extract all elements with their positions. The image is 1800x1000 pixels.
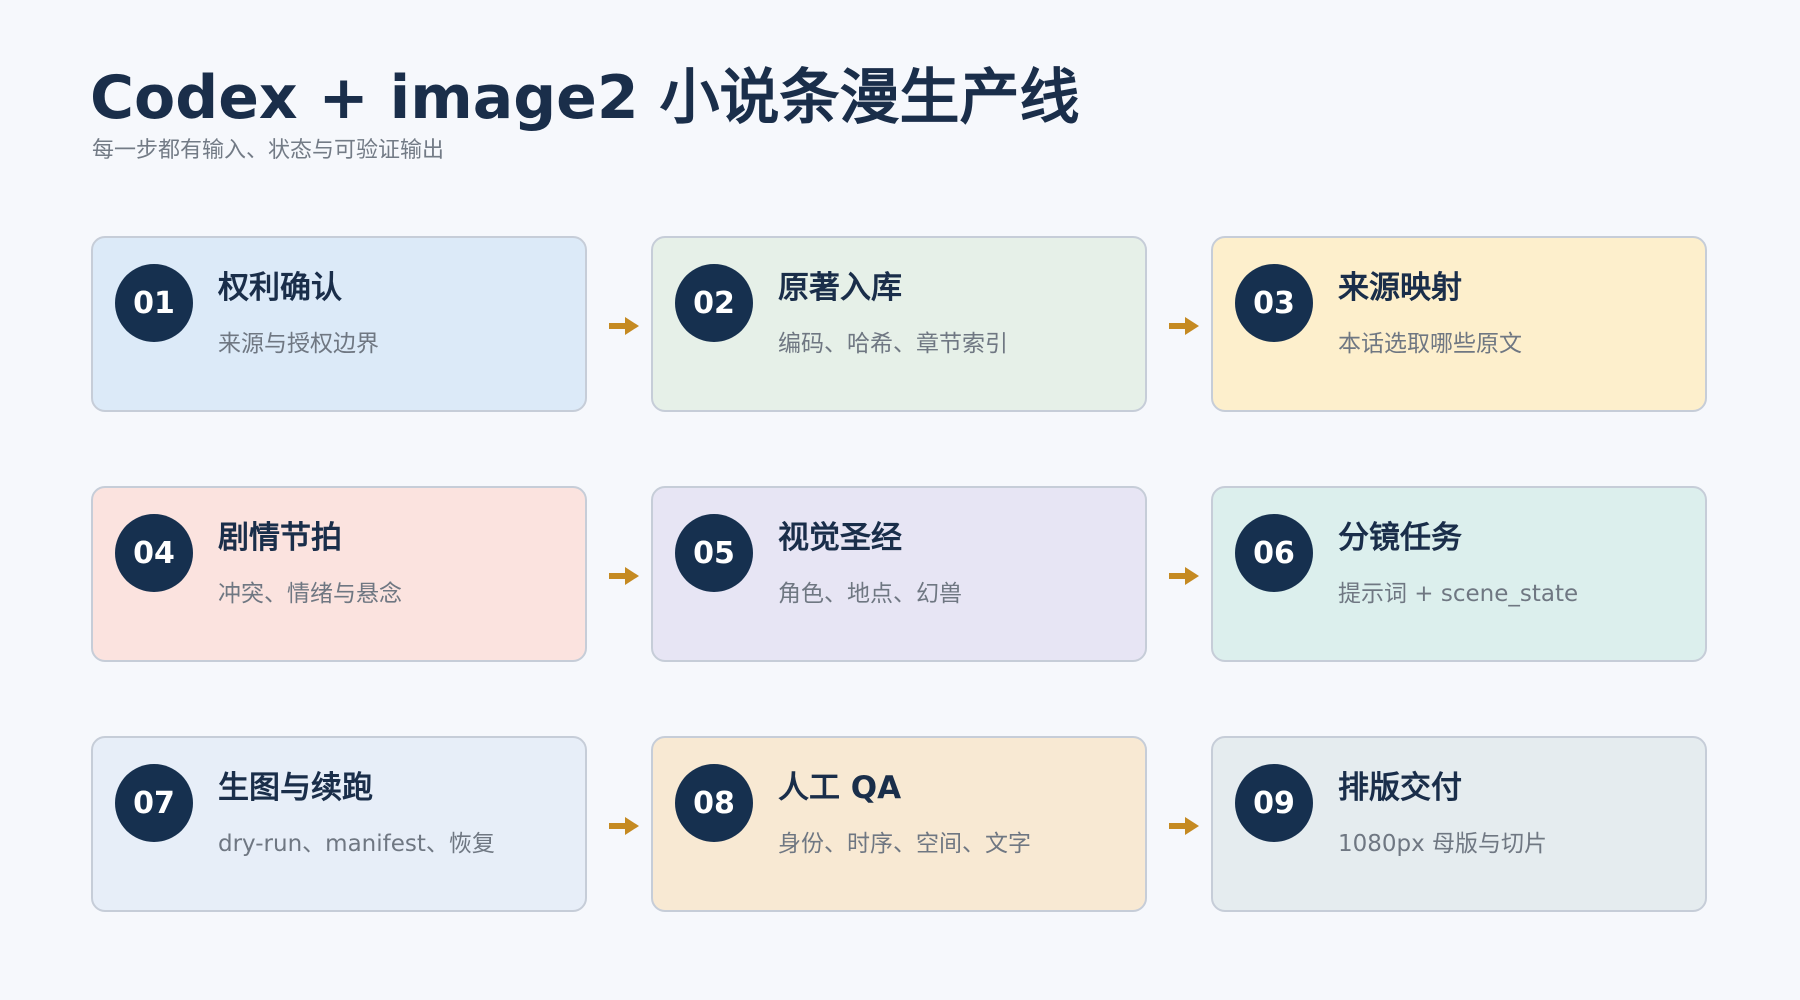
step-card-05: 05 视觉圣经 角色、地点、幻兽 <box>651 486 1147 662</box>
step-description: 提示词 + scene_state <box>1338 581 1579 607</box>
step-title: 人工 QA <box>778 770 902 806</box>
step-number-badge: 09 <box>1235 764 1313 842</box>
step-title: 原著入库 <box>778 270 902 306</box>
step-description: dry-run、manifest、恢复 <box>218 831 495 857</box>
page-subtitle: 每一步都有输入、状态与可验证输出 <box>92 138 445 163</box>
step-title: 剧情节拍 <box>218 520 342 556</box>
step-title: 分镜任务 <box>1338 520 1462 556</box>
step-number-badge: 05 <box>675 514 753 592</box>
arrow-right-icon <box>609 817 639 835</box>
step-description: 1080px 母版与切片 <box>1338 831 1548 857</box>
step-number-badge: 03 <box>1235 264 1313 342</box>
arrow-right-icon <box>1169 317 1199 335</box>
step-card-01: 01 权利确认 来源与授权边界 <box>91 236 587 412</box>
step-card-07: 07 生图与续跑 dry-run、manifest、恢复 <box>91 736 587 912</box>
step-title: 排版交付 <box>1338 770 1462 806</box>
step-number-badge: 07 <box>115 764 193 842</box>
step-number-badge: 08 <box>675 764 753 842</box>
step-number-badge: 01 <box>115 264 193 342</box>
step-number-badge: 04 <box>115 514 193 592</box>
step-title: 来源映射 <box>1338 270 1462 306</box>
arrow-right-icon <box>1169 567 1199 585</box>
page-title: Codex + image2 小说条漫生产线 <box>90 63 1080 133</box>
step-card-08: 08 人工 QA 身份、时序、空间、文字 <box>651 736 1147 912</box>
arrow-right-icon <box>609 567 639 585</box>
step-card-06: 06 分镜任务 提示词 + scene_state <box>1211 486 1707 662</box>
step-number-badge: 06 <box>1235 514 1313 592</box>
step-card-04: 04 剧情节拍 冲突、情绪与悬念 <box>91 486 587 662</box>
step-card-02: 02 原著入库 编码、哈希、章节索引 <box>651 236 1147 412</box>
step-card-03: 03 来源映射 本话选取哪些原文 <box>1211 236 1707 412</box>
step-title: 权利确认 <box>218 270 342 306</box>
step-card-09: 09 排版交付 1080px 母版与切片 <box>1211 736 1707 912</box>
step-description: 本话选取哪些原文 <box>1338 331 1522 357</box>
pipeline-diagram: Codex + image2 小说条漫生产线 每一步都有输入、状态与可验证输出 … <box>0 0 1800 1000</box>
step-description: 来源与授权边界 <box>218 331 379 357</box>
step-number-badge: 02 <box>675 264 753 342</box>
step-title: 生图与续跑 <box>218 770 373 806</box>
step-title: 视觉圣经 <box>778 520 902 556</box>
step-description: 角色、地点、幻兽 <box>778 581 962 607</box>
step-description: 身份、时序、空间、文字 <box>778 831 1031 857</box>
step-description: 编码、哈希、章节索引 <box>778 331 1008 357</box>
arrow-right-icon <box>609 317 639 335</box>
arrow-right-icon <box>1169 817 1199 835</box>
step-description: 冲突、情绪与悬念 <box>218 581 402 607</box>
